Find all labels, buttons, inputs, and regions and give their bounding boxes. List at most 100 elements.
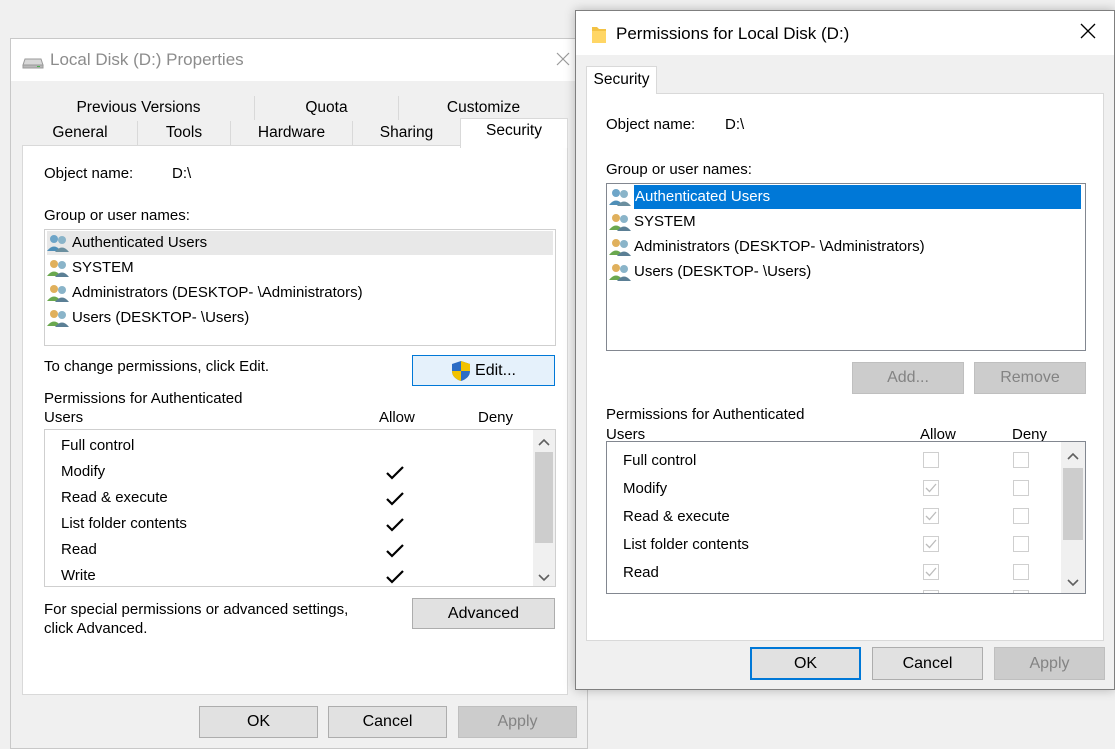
checkmark-icon (385, 491, 405, 511)
tab-customize[interactable]: Customize (399, 96, 568, 120)
group-names-label: Group or user names: (44, 207, 190, 224)
tab-tools[interactable]: Tools (138, 121, 231, 145)
permission-row-full-control: Full control (623, 452, 697, 469)
permissions-heading: Permissions for Authenticated (606, 406, 805, 423)
user-name: Authenticated Users (634, 185, 1081, 209)
properties-titlebar[interactable]: Local Disk (D:) Properties (11, 39, 587, 81)
user-group-icon (47, 309, 69, 327)
allow-full-control-checkbox[interactable] (923, 452, 939, 468)
allow-read-checkbox[interactable] (923, 564, 939, 580)
checkmark-icon (385, 543, 405, 563)
list-item[interactable]: SYSTEM (47, 256, 134, 280)
deny-column-header: Deny (478, 409, 514, 426)
allow-list-folder-checkbox[interactable] (923, 536, 939, 552)
scroll-down-icon[interactable] (1066, 575, 1080, 592)
user-name: Users (DESKTOP- \Users) (634, 263, 812, 280)
properties-title: Local Disk (D:) Properties (50, 50, 244, 69)
permissions-heading-user: Users (44, 409, 84, 426)
deny-list-folder-checkbox[interactable] (1013, 536, 1029, 552)
permissions-title: Permissions for Local Disk (D:) (616, 24, 850, 43)
permissions-cancel-button[interactable]: Cancel (872, 647, 983, 680)
permission-row-read-execute: Read & execute (61, 489, 168, 506)
scroll-up-icon[interactable] (537, 434, 551, 451)
permissions-security-panel: Object name: D:\ Group or user names: Au… (586, 93, 1104, 641)
deny-full-control-checkbox[interactable] (1013, 452, 1029, 468)
edit-button[interactable]: Edit... (412, 355, 555, 386)
uac-shield-icon (451, 360, 471, 382)
user-group-icon (609, 188, 631, 206)
checkmark-icon (925, 567, 937, 577)
scroll-thumb[interactable] (1063, 468, 1083, 540)
properties-apply-button[interactable]: Apply (458, 706, 577, 738)
deny-modify-checkbox[interactable] (1013, 480, 1029, 496)
tab-security[interactable]: Security (586, 66, 657, 94)
user-group-icon (47, 284, 69, 302)
list-item[interactable]: SYSTEM (609, 210, 696, 234)
checkmark-icon (925, 539, 937, 549)
drive-icon (22, 56, 44, 73)
properties-ok-button[interactable]: OK (199, 706, 318, 738)
allow-next-checkbox[interactable] (923, 590, 939, 593)
permissions-scrollbar[interactable] (533, 430, 555, 586)
permission-row-list-folder: List folder contents (623, 536, 749, 553)
scroll-thumb[interactable] (535, 452, 553, 543)
allow-column-header: Allow (379, 409, 415, 426)
edit-button-label: Edit... (475, 361, 516, 379)
permission-row-write: Write (61, 567, 96, 584)
properties-dialog: Local Disk (D:) Properties Previous Vers… (10, 38, 588, 749)
permission-row-list-folder: List folder contents (61, 515, 187, 532)
permissions-ok-button[interactable]: OK (750, 647, 861, 680)
object-name-value: D:\ (172, 165, 192, 182)
permissions-dialog: Permissions for Local Disk (D:) Security… (575, 10, 1115, 690)
folder-icon (591, 24, 607, 48)
allow-modify-checkbox[interactable] (923, 480, 939, 496)
permission-row-read-execute: Read & execute (623, 508, 730, 525)
checkmark-icon (385, 465, 405, 485)
list-item[interactable]: Users (DESKTOP- \Users) (47, 306, 249, 330)
scroll-up-icon[interactable] (1066, 448, 1080, 465)
tab-hardware[interactable]: Hardware (231, 121, 353, 145)
list-item[interactable]: Administrators (DESKTOP- \Administrators… (609, 235, 925, 259)
deny-next-checkbox[interactable] (1013, 590, 1029, 593)
list-item[interactable]: Authenticated Users (47, 231, 553, 255)
permissions-scrollbar[interactable] (1061, 442, 1085, 593)
allow-read-execute-checkbox[interactable] (923, 508, 939, 524)
special-permissions-text: For special permissions or advanced sett… (44, 601, 349, 618)
object-name-value: D:\ (725, 116, 745, 133)
user-list[interactable]: Authenticated Users SYSTEM Administrator… (606, 183, 1086, 351)
permission-row-full-control: Full control (61, 437, 135, 454)
user-name: SYSTEM (634, 213, 696, 230)
add-button[interactable]: Add... (852, 362, 964, 394)
scroll-down-icon[interactable] (537, 570, 551, 586)
permissions-apply-button[interactable]: Apply (994, 647, 1105, 680)
tab-sharing[interactable]: Sharing (353, 121, 460, 145)
tab-general[interactable]: General (23, 121, 138, 145)
user-group-icon (47, 234, 69, 252)
tab-quota[interactable]: Quota (255, 96, 399, 120)
user-group-icon (609, 213, 631, 231)
object-name-label: Object name: (44, 165, 134, 182)
list-item[interactable]: Administrators (DESKTOP- \Administrators… (47, 281, 363, 305)
tab-previous-versions[interactable]: Previous Versions (23, 96, 255, 120)
change-permissions-text: To change permissions, click Edit. (44, 358, 270, 375)
checkmark-icon (385, 517, 405, 537)
permission-row-read: Read (623, 564, 659, 581)
permissions-titlebar[interactable]: Permissions for Local Disk (D:) (576, 11, 1114, 55)
list-item[interactable]: Users (DESKTOP- \Users) (609, 260, 811, 284)
permissions-close-button[interactable] (1068, 15, 1108, 51)
list-item[interactable]: Authenticated Users (609, 185, 1083, 209)
remove-button[interactable]: Remove (974, 362, 1086, 394)
tab-security[interactable]: Security (460, 118, 568, 148)
permissions-list[interactable]: Full control Modify Read & execute List … (44, 429, 556, 587)
close-icon (1079, 22, 1097, 44)
checkmark-icon (385, 569, 405, 586)
special-permissions-text-2: click Advanced. (44, 620, 148, 637)
security-panel: Object name: D:\ Group or user names: Au… (22, 145, 568, 695)
user-list[interactable]: Authenticated Users SYSTEM Administrator… (44, 229, 556, 346)
deny-read-execute-checkbox[interactable] (1013, 508, 1029, 524)
deny-read-checkbox[interactable] (1013, 564, 1029, 580)
advanced-button[interactable]: Advanced (412, 598, 555, 629)
properties-cancel-button[interactable]: Cancel (328, 706, 447, 738)
permissions-list[interactable]: Full control Modify Read & execute List … (606, 441, 1086, 594)
user-group-icon (609, 263, 631, 281)
